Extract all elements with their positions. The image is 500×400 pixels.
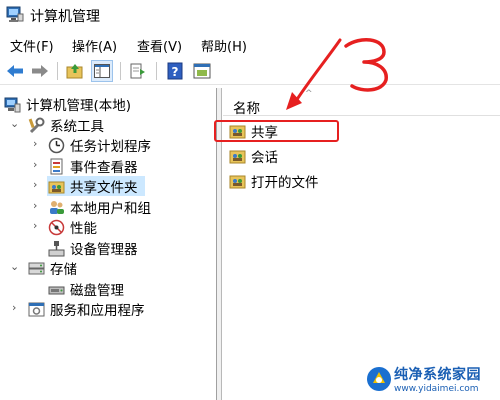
- tree-item-event-viewer[interactable]: 事件查看器: [48, 156, 138, 176]
- toolbar-separator: [57, 62, 58, 80]
- menu-help[interactable]: 帮助(H): [201, 36, 247, 55]
- tree-item-disk-management[interactable]: 磁盘管理: [48, 279, 124, 299]
- console-tree: 计算机管理(本地) ⌄ 系统工具 › 任务计划程序 › 事件查看器 › 共享文件…: [0, 88, 217, 400]
- column-header-name[interactable]: 名称 ^: [223, 88, 500, 117]
- tree-item-task-scheduler[interactable]: 任务计划程序: [48, 135, 151, 155]
- tree-item-services-apps[interactable]: 服务和应用程序: [28, 299, 145, 319]
- title-bar: 计算机管理: [0, 0, 500, 30]
- computer-management-app-icon: [6, 6, 24, 22]
- help-icon: ?: [167, 62, 183, 80]
- export-list-icon: [130, 63, 145, 79]
- session-icon: [229, 150, 246, 163]
- menu-file[interactable]: 文件(F): [10, 36, 54, 55]
- users-icon: [50, 200, 64, 214]
- up-folder-button[interactable]: [64, 60, 86, 82]
- tree-item-label: 存储: [50, 262, 77, 278]
- expand-chevron-icon[interactable]: ⌄: [10, 117, 19, 130]
- watermark-url: www.yidaimei.com: [394, 384, 479, 394]
- watermark: 纯净系统家园 www.yidaimei.com: [366, 358, 500, 400]
- tree-item-label: 设备管理器: [70, 242, 138, 258]
- forward-button[interactable]: [29, 60, 51, 82]
- disk-icon: [48, 286, 65, 294]
- device-manager-icon: [48, 240, 65, 256]
- storage-icon: [28, 262, 45, 274]
- export-list-button[interactable]: [128, 60, 150, 82]
- tree-item-label: 事件查看器: [70, 160, 138, 176]
- window-title: 计算机管理: [30, 9, 100, 25]
- tools-icon: [28, 117, 45, 133]
- list-item-label: 会话: [251, 150, 278, 166]
- collapse-chevron-icon[interactable]: ›: [33, 178, 37, 191]
- shared-folder-icon: [48, 181, 65, 193]
- toolbar: ?: [0, 57, 500, 85]
- collapse-chevron-icon[interactable]: ›: [33, 158, 37, 171]
- list-item-open-files[interactable]: 打开的文件: [229, 171, 319, 191]
- tree-item-local-users[interactable]: 本地用户和组: [48, 197, 151, 217]
- properties-icon: [193, 63, 211, 79]
- tree-item-performance[interactable]: 性能: [48, 217, 97, 237]
- tree-item-label: 计算机管理(本地): [26, 98, 132, 114]
- toolbar-separator: [156, 62, 157, 80]
- menu-view[interactable]: 查看(V): [137, 36, 182, 55]
- tree-item-label: 性能: [70, 221, 97, 237]
- tree-item-system-tools[interactable]: 系统工具: [28, 115, 104, 135]
- back-button[interactable]: [4, 60, 26, 82]
- tree-item-root[interactable]: 计算机管理(本地): [4, 94, 131, 114]
- clock-icon: [48, 137, 65, 153]
- watermark-logo: [367, 367, 391, 391]
- performance-icon: [48, 219, 65, 235]
- tree-item-label: 系统工具: [50, 119, 104, 135]
- toolbar-separator: [120, 62, 121, 80]
- tree-item-label: 任务计划程序: [70, 139, 151, 155]
- tree-item-label: 共享文件夹: [70, 180, 138, 196]
- collapse-chevron-icon[interactable]: ›: [12, 301, 16, 314]
- list-item-sessions[interactable]: 会话: [229, 146, 278, 166]
- menu-bar: 文件(F) 操作(A) 查看(V) 帮助(H): [0, 32, 500, 56]
- back-icon: [7, 65, 23, 77]
- tree-item-label: 磁盘管理: [70, 283, 124, 299]
- watermark-title: 纯净系统家园: [394, 367, 481, 383]
- tree-item-device-manager[interactable]: 设备管理器: [48, 238, 138, 258]
- forward-icon: [32, 65, 48, 77]
- show-hide-tree-button[interactable]: [91, 60, 113, 82]
- tree-item-label: 服务和应用程序: [50, 303, 145, 319]
- tree-item-shared-folders[interactable]: 共享文件夹: [48, 176, 138, 196]
- collapse-chevron-icon[interactable]: ›: [33, 219, 37, 232]
- up-folder-icon: [66, 64, 83, 79]
- show-hide-tree-icon: [94, 64, 110, 78]
- help-button[interactable]: ?: [164, 60, 186, 82]
- properties-button[interactable]: [191, 60, 213, 82]
- collapse-chevron-icon[interactable]: ›: [33, 137, 37, 150]
- open-files-icon: [229, 175, 246, 188]
- column-header-label: 名称: [233, 101, 260, 117]
- tree-item-storage[interactable]: 存储: [28, 258, 77, 278]
- computer-management-icon: [4, 97, 21, 112]
- services-icon: [28, 302, 45, 316]
- list-item-label: 打开的文件: [251, 175, 319, 191]
- menu-action[interactable]: 操作(A): [72, 36, 117, 55]
- sort-ascending-icon: ^: [305, 89, 313, 99]
- svg-text:?: ?: [172, 65, 179, 79]
- expand-chevron-icon[interactable]: ⌄: [10, 260, 19, 273]
- event-viewer-icon: [50, 158, 63, 174]
- collapse-chevron-icon[interactable]: ›: [33, 199, 37, 212]
- annotation-highlight-box: [214, 120, 339, 142]
- tree-item-label: 本地用户和组: [70, 201, 151, 217]
